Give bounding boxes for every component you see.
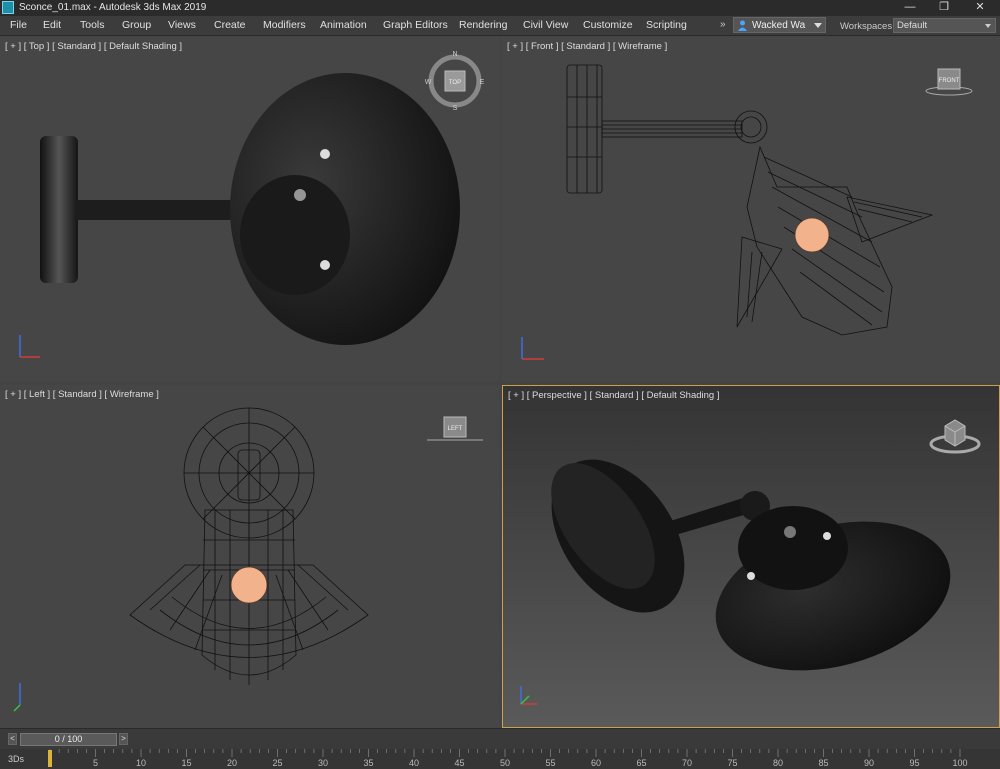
chevron-down-icon [814,23,822,28]
viewport-perspective[interactable]: [ + ] [ Perspective ] [ Standard ] [ Def… [502,385,1000,728]
viewcube-3d[interactable] [928,410,982,456]
viewport-front[interactable]: FRONT [ + ] [ Front ] [ Standard ] [ Wir… [502,37,1000,382]
viewport-left[interactable]: LEFT [ + ] [ Left ] [ Standard ] [ Wiref… [0,385,499,728]
viewport-front-label[interactable]: [ + ] [ Front ] [ Standard ] [ Wireframe… [507,41,667,52]
next-frame-button[interactable]: > [119,733,128,745]
minimize-button[interactable]: — [895,0,925,16]
track-ruler[interactable]: 5 10 15 20 25 30 35 40 45 50 55 60 65 70 75 80 85 90 95 100 [0,749,1000,769]
track-tick-label: 35 [363,758,373,768]
viewcube-front-label: FRONT [939,78,960,84]
bulb [230,566,268,604]
track-tick-label: 15 [181,758,191,768]
chevron-down-icon [985,24,991,28]
track-tick-label: 95 [909,758,919,768]
track-tick-label: 10 [136,758,146,768]
menu-edit[interactable]: Edit [43,19,61,31]
menu-rendering[interactable]: Rendering [459,19,507,31]
track-tick-label: 90 [864,758,874,768]
viewport-perspective-label[interactable]: [ + ] [ Perspective ] [ Standard ] [ Def… [508,390,720,401]
compass-e-label: E [480,79,485,86]
perspective-view-scene [520,459,951,705]
track-tick-label: 85 [818,758,828,768]
time-slider[interactable]: 0 / 100 [20,733,117,746]
frame-display: 0 / 100 [54,734,83,744]
track-tick-label: 55 [545,758,555,768]
viewcube-compass[interactable]: TOP N S E W [425,51,485,111]
app-icon[interactable] [2,1,14,14]
menu-modifiers[interactable]: Modifiers [263,19,306,31]
track-tick-label: 45 [454,758,464,768]
menu-civil-view[interactable]: Civil View [523,19,568,31]
track-tick-label: 5 [93,758,98,768]
arm-rod [76,200,246,220]
menu-scripting[interactable]: Scripting [646,19,687,31]
menu-file[interactable]: File [10,19,27,31]
user-name: Wacked Wa [752,20,806,31]
time-slider-bar: < 0 / 100 > [0,728,1000,749]
track-tick-label: 30 [318,758,328,768]
compass-w-label: W [425,79,432,86]
track-tick-label: 50 [500,758,510,768]
viewcube-top-label: TOP [449,80,461,86]
workspaces-value: Default [897,20,928,31]
compass-s-label: S [453,105,458,111]
track-tick-label: 80 [773,758,783,768]
track-tick-label: 65 [636,758,646,768]
wall-plate [40,136,78,283]
menu-tools[interactable]: Tools [80,19,105,31]
track-tick-label: 25 [272,758,282,768]
prev-frame-button[interactable]: < [8,733,17,745]
track-bar[interactable]: 3Ds 5 10 15 20 25 30 35 40 45 50 55 60 65 70 75 80 85 90 9… [0,749,1000,769]
track-tick-label: 75 [727,758,737,768]
menu-overflow-button[interactable]: » [720,19,726,30]
menu-group[interactable]: Group [122,19,151,31]
viewport-left-label[interactable]: [ + ] [ Left ] [ Standard ] [ Wireframe … [5,389,159,400]
user-icon [738,20,747,31]
compass-n-label: N [452,51,457,58]
menu-graph-editors[interactable]: Graph Editors [383,19,448,31]
title-bar: Sconce_01.max - Autodesk 3ds Max 2019 — … [0,0,1000,16]
viewcube[interactable]: FRONT [924,67,974,97]
track-tick-label: 20 [227,758,237,768]
track-tick-label: 60 [591,758,601,768]
window-title: Sconce_01.max - Autodesk 3ds Max 2019 [19,2,207,13]
close-button[interactable]: ✕ [965,0,995,16]
arm-rod [661,498,747,538]
maximize-button[interactable]: ❐ [929,0,959,16]
menu-animation[interactable]: Animation [320,19,367,31]
user-account-dropdown[interactable]: Wacked Wa [733,17,826,33]
menu-views[interactable]: Views [168,19,196,31]
viewcube[interactable]: LEFT [425,415,485,445]
track-tick-label: 100 [952,758,967,768]
bulb [794,217,830,253]
viewcube-left-label: LEFT [448,426,463,432]
viewport-top[interactable]: TOP N S E W [ + ] [ Top ] [ Standard ] [… [0,37,499,382]
track-tick-label: 70 [682,758,692,768]
viewport-top-label[interactable]: [ + ] [ Top ] [ Standard ] [ Default Sha… [5,41,182,52]
track-tick-label: 40 [409,758,419,768]
menu-customize[interactable]: Customize [583,19,633,31]
menu-create[interactable]: Create [214,19,246,31]
workspaces-select[interactable]: Default [893,18,996,33]
workspaces-label: Workspaces: [840,21,895,32]
current-frame-marker[interactable] [48,750,52,767]
